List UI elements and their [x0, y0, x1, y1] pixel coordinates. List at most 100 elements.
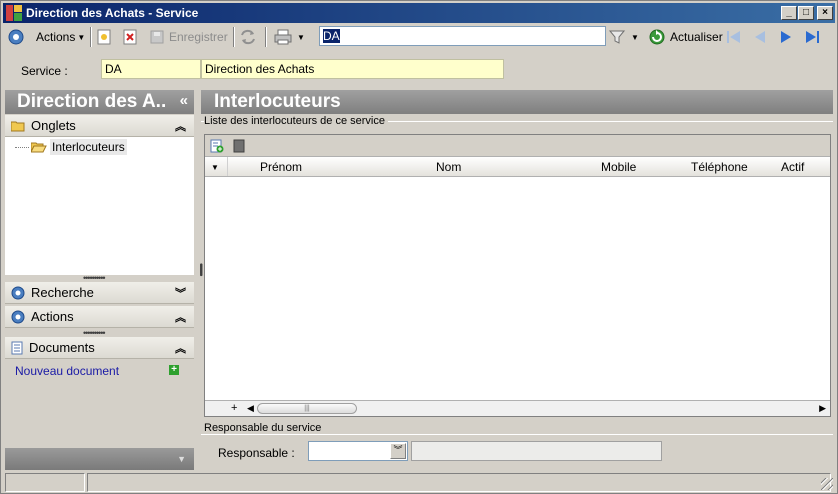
last-record-icon [806, 31, 819, 43]
right-panel-header: Interlocuteurs [201, 90, 833, 114]
tree-item-label: Interlocuteurs [50, 139, 127, 155]
scroll-right-icon[interactable]: ▶ [819, 403, 826, 414]
main-window: Direction des Achats - Service _ □ × Act… [0, 0, 838, 494]
toolbar-separator [265, 27, 267, 47]
column-divider [227, 157, 228, 176]
left-panel-header: Direction des A.. « [5, 90, 194, 114]
responsable-group-title: Responsable du service [204, 422, 325, 434]
radio-circle-icon [11, 286, 25, 300]
new-document-link[interactable]: Nouveau document [15, 364, 119, 378]
column-header-telephone[interactable]: Téléphone [691, 160, 748, 174]
notes-icon[interactable] [232, 139, 246, 156]
new-button[interactable] [97, 27, 111, 47]
row-menu-arrow-icon[interactable]: ▼ [211, 163, 219, 172]
left-panel-title: Direction des A.. [17, 91, 167, 112]
resize-grip[interactable] [821, 478, 833, 490]
right-panel-title: Interlocuteurs [214, 91, 341, 112]
grid-header-row: ▼ Prénom Nom Mobile Téléphone Actif [205, 157, 830, 177]
actions-menu-label: Actions [36, 30, 76, 44]
maximize-icon: □ [802, 7, 810, 18]
filter-button[interactable]: ▼ [609, 27, 639, 47]
horizontal-scrollbar[interactable]: + ◀ ||| ▶ [205, 400, 830, 416]
responsable-select[interactable]: ︾ [308, 441, 408, 461]
save-label: Enregistrer [169, 30, 228, 44]
column-header-actif[interactable]: Actif [781, 160, 804, 174]
contacts-grid: ▼ Prénom Nom Mobile Téléphone Actif + ◀ … [204, 134, 831, 417]
search-section-header[interactable]: Recherche ︾ [5, 282, 194, 304]
delete-icon [123, 29, 137, 45]
print-button[interactable]: ▼ [273, 27, 305, 47]
chevron-down-icon[interactable]: ︾ [390, 443, 406, 459]
folder-icon [11, 120, 25, 132]
last-record-button[interactable] [804, 27, 822, 47]
refresh-label: Actualiser [670, 30, 723, 44]
documents-section-label: Documents [29, 340, 95, 355]
first-record-icon [727, 31, 740, 43]
save-button[interactable]: Enregistrer [149, 27, 228, 47]
close-icon: × [822, 7, 828, 18]
responsable-label: Responsable : [218, 446, 295, 460]
service-label: Service : [21, 64, 68, 78]
actions-section-label: Actions [31, 309, 74, 324]
previous-record-button[interactable] [752, 27, 768, 47]
responsable-groupbox [201, 434, 833, 435]
actions-menu-button[interactable]: Actions ▼ [36, 27, 85, 47]
search-value: DA [323, 29, 340, 43]
service-name-field[interactable]: Direction des Achats [201, 59, 504, 79]
add-document-icon[interactable]: + [169, 365, 179, 375]
minimize-icon: _ [786, 7, 792, 18]
collapse-panel-icon[interactable]: « [180, 92, 188, 109]
tabs-section-label: Onglets [31, 118, 76, 133]
grid-toolbar [205, 135, 830, 157]
chevron-up-icon[interactable]: ︽ [175, 118, 186, 134]
documents-section-header[interactable]: Documents ︽ [5, 337, 194, 359]
sync-icon [241, 29, 255, 45]
window-title: Direction des Achats - Service [26, 6, 199, 20]
actions-section-header[interactable]: Actions ︽ [5, 306, 194, 328]
expand-plus-icon[interactable]: + [231, 402, 237, 414]
scroll-left-icon[interactable]: ◀ [247, 403, 254, 414]
tree-item-interlocuteurs[interactable]: Interlocuteurs [15, 139, 127, 155]
app-icon [6, 5, 22, 21]
toolbar: Actions ▼ Enregistrer ▼ DA ▼ Actualiser [3, 24, 835, 50]
first-record-button[interactable] [725, 27, 743, 47]
column-header-nom[interactable]: Nom [436, 160, 461, 174]
responsable-name-field [411, 441, 662, 461]
sync-button[interactable] [239, 27, 257, 47]
status-cell [5, 473, 85, 492]
close-button[interactable]: × [817, 6, 833, 20]
toolbar-separator [90, 27, 92, 47]
column-header-prenom[interactable]: Prénom [260, 160, 302, 174]
document-icon [11, 341, 23, 355]
tabs-tree: Interlocuteurs [5, 137, 194, 275]
refresh-icon [649, 29, 665, 45]
next-record-button[interactable] [778, 27, 794, 47]
tree-connector [15, 146, 29, 148]
title-bar[interactable]: Direction des Achats - Service _ □ × [3, 3, 835, 23]
filter-icon [609, 30, 625, 44]
dropdown-arrow-icon: ▼ [631, 32, 639, 42]
column-header-mobile[interactable]: Mobile [601, 160, 636, 174]
open-folder-icon [31, 141, 47, 153]
chevron-down-icon[interactable]: ︾ [175, 285, 186, 301]
add-row-icon[interactable] [210, 139, 224, 156]
radio-circle-icon [8, 29, 24, 45]
minimize-button[interactable]: _ [781, 6, 797, 20]
nav-circle-button[interactable] [7, 27, 25, 47]
scrollbar-thumb[interactable]: ||| [257, 403, 357, 414]
search-input[interactable]: DA [319, 26, 606, 46]
maximize-button[interactable]: □ [798, 6, 814, 20]
chevron-up-icon[interactable]: ︽ [175, 309, 186, 325]
search-section-label: Recherche [31, 285, 94, 300]
refresh-button[interactable]: Actualiser [648, 27, 723, 47]
chevron-up-icon[interactable]: ︽ [175, 340, 186, 356]
previous-icon [755, 31, 765, 43]
service-code-field[interactable]: DA [101, 59, 201, 79]
next-icon [781, 31, 791, 43]
status-bar [3, 473, 835, 492]
dropdown-arrow-icon[interactable]: ▼ [297, 33, 305, 42]
expand-down-icon[interactable]: ▼ [177, 454, 186, 464]
tabs-section-header[interactable]: Onglets ︽ [5, 115, 194, 137]
delete-button[interactable] [123, 27, 137, 47]
printer-icon [274, 29, 292, 45]
